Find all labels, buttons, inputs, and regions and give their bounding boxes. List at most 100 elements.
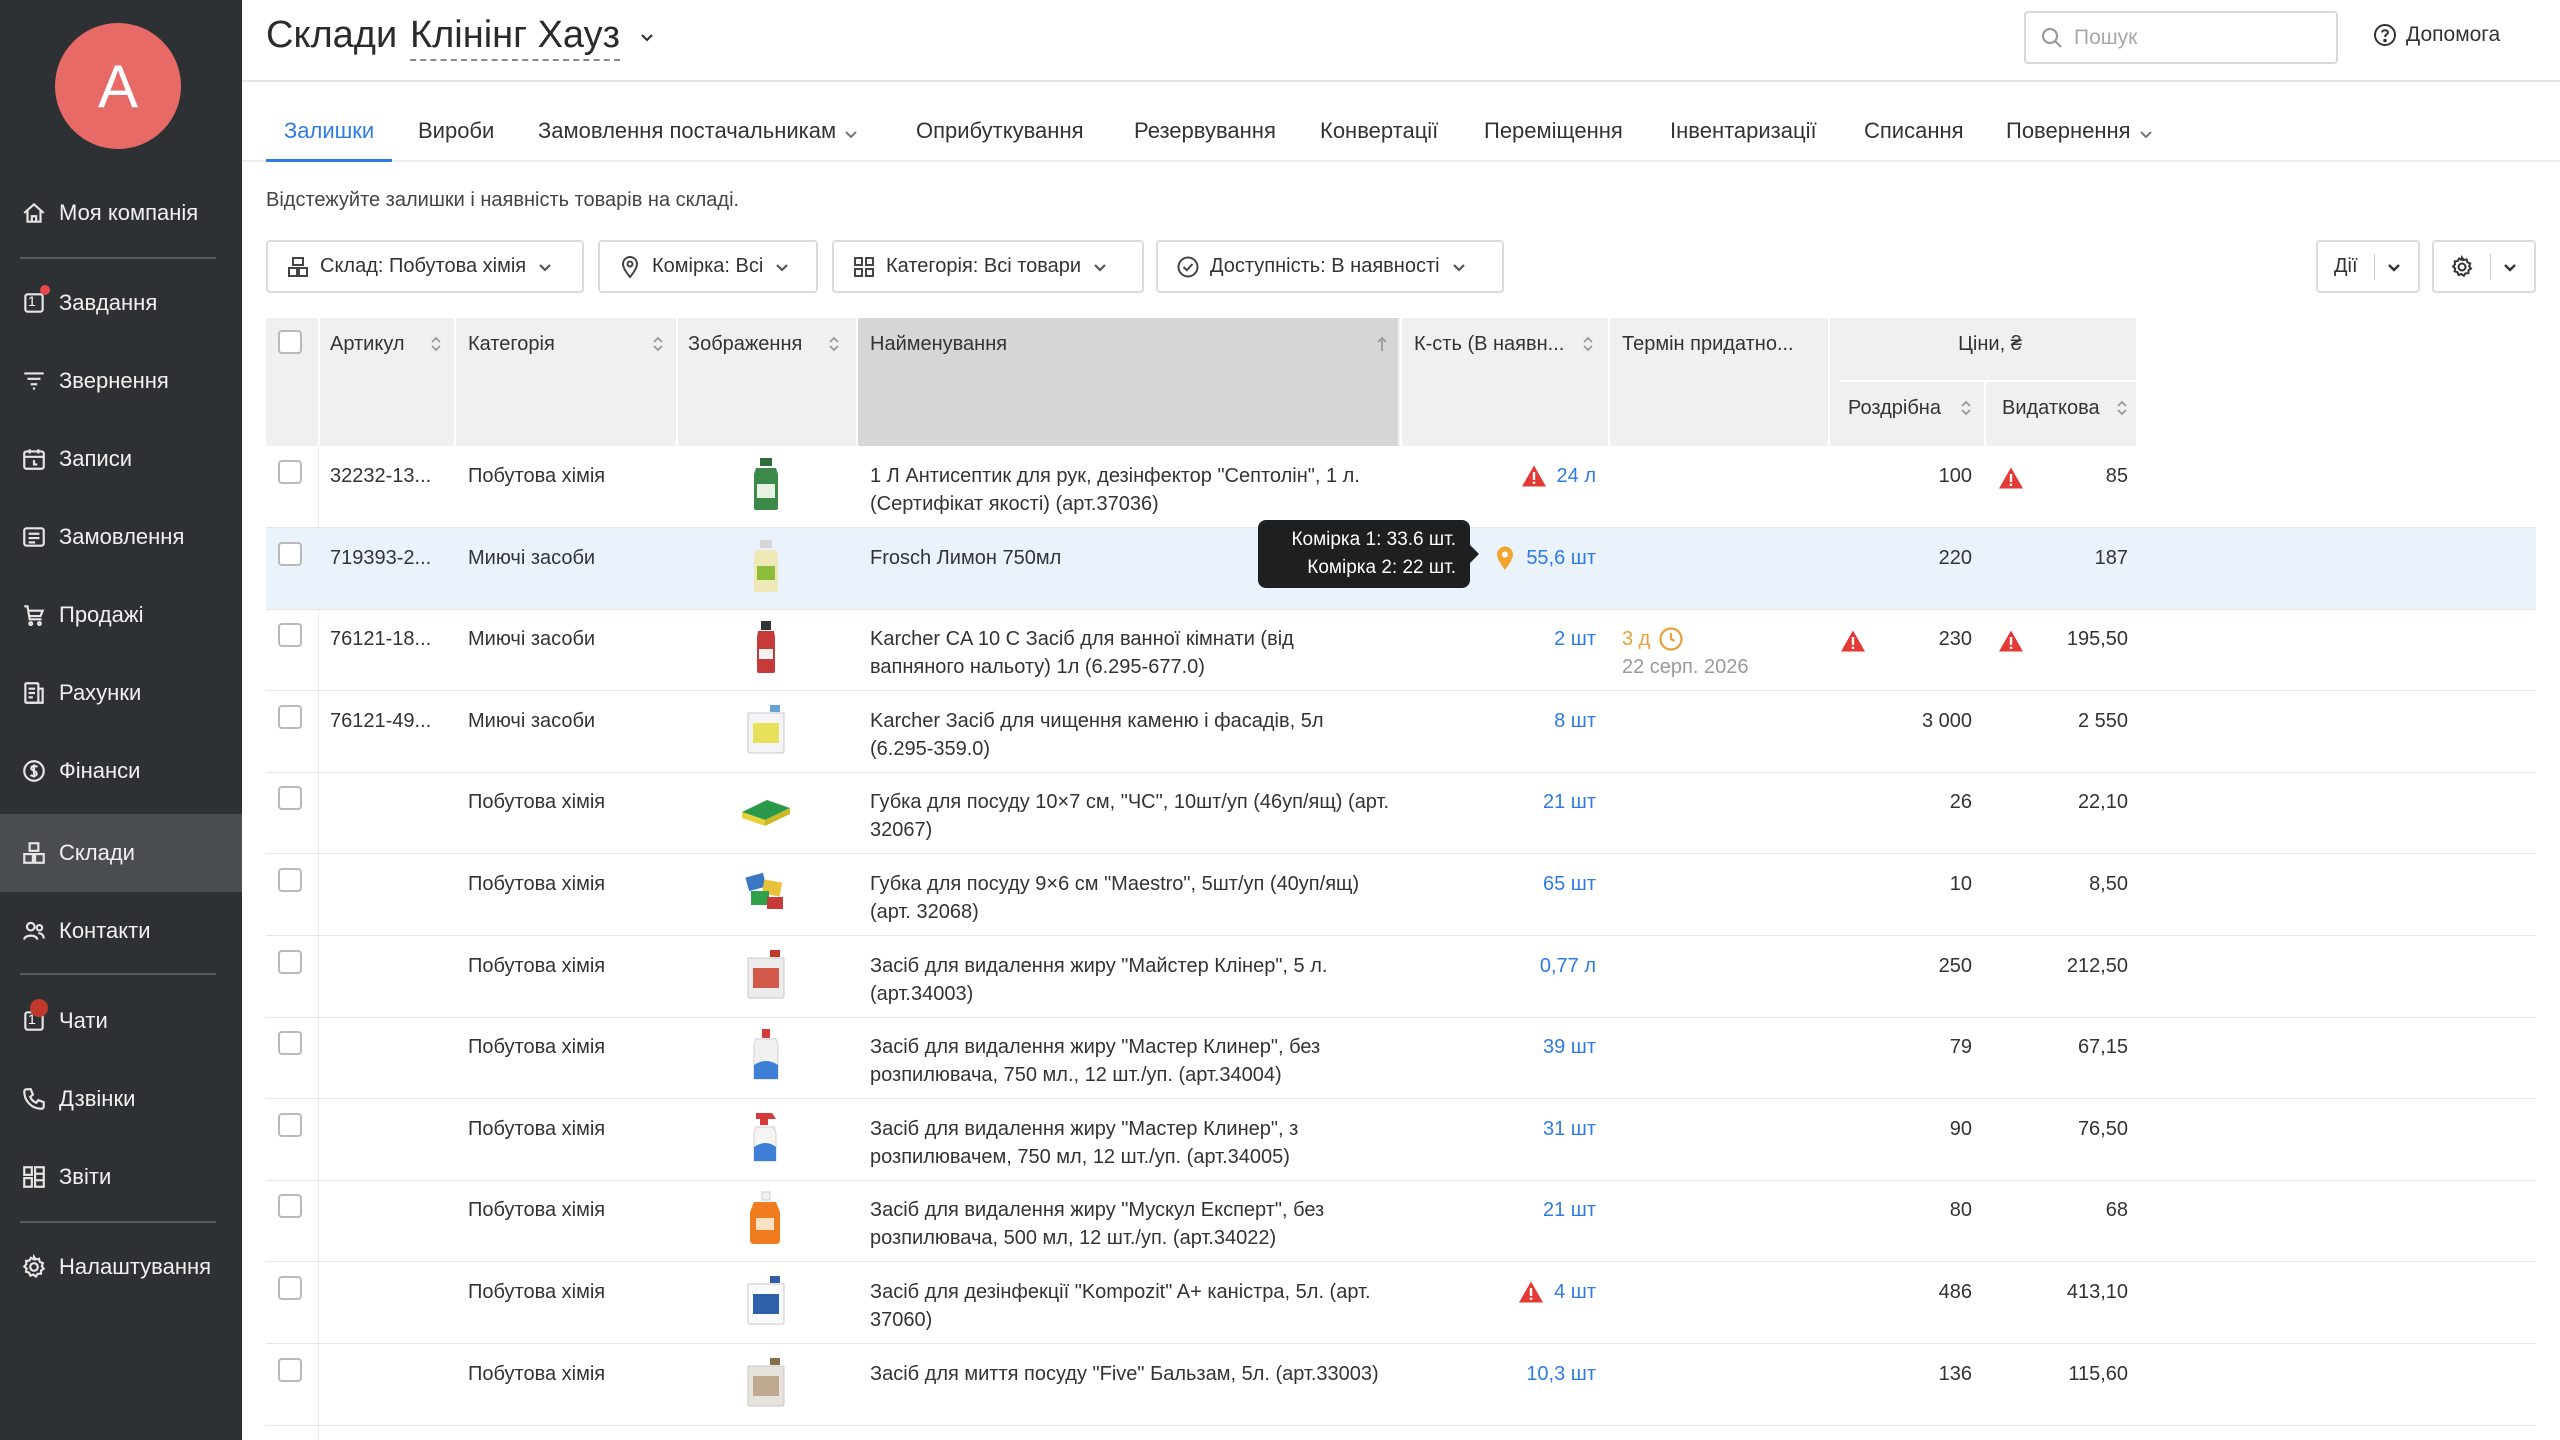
cell-name[interactable]: Засіб для видалення жиру "Мастер Клинер"… bbox=[870, 1115, 1390, 1171]
cell-name[interactable]: Засіб для видалення жиру "Мастер Клинер"… bbox=[870, 1033, 1390, 1089]
sidebar-item-warehouse[interactable]: Склади bbox=[0, 814, 242, 892]
tab-5[interactable]: Резервування bbox=[1134, 108, 1276, 162]
help-link[interactable]: Допомога bbox=[2372, 22, 2500, 48]
cell-name[interactable]: Karcher CA 10 C Засіб для ванної кімнати… bbox=[870, 625, 1390, 681]
row-checkbox[interactable] bbox=[278, 1358, 302, 1382]
sidebar-item-chat[interactable]: 1 Чати bbox=[0, 982, 242, 1060]
product-image[interactable] bbox=[738, 1025, 794, 1085]
cell-qty[interactable]: 21 шт bbox=[1420, 1196, 1596, 1224]
cell-name[interactable]: Засіб для дезінфекції "Kompozit" A+ кані… bbox=[870, 1278, 1390, 1334]
sidebar-item-gear[interactable]: Налаштування bbox=[0, 1228, 242, 1306]
product-image[interactable] bbox=[738, 1107, 794, 1167]
cell-qty[interactable]: 65 шт bbox=[1420, 870, 1596, 898]
row-checkbox[interactable] bbox=[278, 868, 302, 892]
cell-name[interactable]: Karcher Засіб для чищення каменю і фасад… bbox=[870, 707, 1390, 763]
availability-filter[interactable]: Доступність: В наявності bbox=[1156, 240, 1504, 293]
row-checkbox[interactable] bbox=[278, 1113, 302, 1137]
avatar[interactable]: A bbox=[55, 23, 181, 149]
cell-name[interactable]: Засіб для видалення жиру "Майстер Клінер… bbox=[870, 952, 1390, 1008]
column-header-sku[interactable]: Артикул bbox=[330, 330, 442, 358]
actions-dropdown[interactable] bbox=[2375, 242, 2413, 291]
select-all-checkbox[interactable] bbox=[278, 330, 302, 354]
actions-main[interactable]: Дії bbox=[2318, 242, 2374, 291]
tab-6[interactable]: Конвертації bbox=[1320, 108, 1438, 162]
product-image[interactable] bbox=[738, 536, 794, 596]
column-header-retail[interactable]: Роздрібна bbox=[1848, 394, 1972, 422]
column-header-name[interactable]: Найменування bbox=[870, 330, 1388, 358]
tab-4[interactable]: Оприбуткування bbox=[916, 108, 1084, 162]
table-row[interactable]: Побутова хімія Засіб для дезінфекції "Kom… bbox=[266, 1262, 2536, 1344]
row-checkbox[interactable] bbox=[278, 1031, 302, 1055]
product-image[interactable] bbox=[738, 1352, 794, 1412]
tab-10[interactable]: Повернення bbox=[2006, 108, 2153, 162]
cell-qty[interactable]: 39 шт bbox=[1420, 1033, 1596, 1061]
table-row[interactable]: 76121-49... Миючі засоби Karcher Засіб для… bbox=[266, 691, 2536, 773]
sidebar-item-coin[interactable]: Фінанси bbox=[0, 732, 242, 810]
row-checkbox[interactable] bbox=[278, 1194, 302, 1218]
cell-qty[interactable]: 21 шт bbox=[1420, 788, 1596, 816]
chevron-down-icon[interactable] bbox=[638, 28, 656, 46]
sidebar-item-home[interactable]: Моя компанія bbox=[0, 174, 242, 252]
row-checkbox[interactable] bbox=[278, 950, 302, 974]
cell-qty[interactable]: 4 шт bbox=[1420, 1278, 1596, 1306]
cell-name[interactable]: Губка для посуду 9×6 см "Maestro", 5шт/у… bbox=[870, 870, 1390, 926]
row-checkbox[interactable] bbox=[278, 705, 302, 729]
cell-filter[interactable]: Комірка: Всі bbox=[598, 240, 818, 293]
tab-2[interactable]: Вироби bbox=[418, 108, 494, 162]
sidebar-item-tasks[interactable]: 1 Завдання bbox=[0, 264, 242, 342]
settings-main[interactable] bbox=[2434, 242, 2490, 291]
row-checkbox[interactable] bbox=[278, 1276, 302, 1300]
product-image[interactable] bbox=[738, 454, 794, 514]
cell-name[interactable]: Засіб для видалення жиру "Мускул Експерт… bbox=[870, 1196, 1390, 1252]
search-box[interactable] bbox=[2024, 11, 2338, 64]
product-image[interactable] bbox=[738, 862, 794, 922]
row-checkbox[interactable] bbox=[278, 786, 302, 810]
cell-qty[interactable]: 2 шт bbox=[1420, 625, 1596, 653]
sidebar-item-phone[interactable]: Дзвінки bbox=[0, 1060, 242, 1138]
search-input[interactable] bbox=[2074, 25, 2314, 50]
tab-9[interactable]: Списання bbox=[1864, 108, 1964, 162]
tab-3[interactable]: Замовлення постачальникам bbox=[538, 108, 858, 162]
column-header-expense[interactable]: Видаткова bbox=[2002, 394, 2128, 422]
row-checkbox[interactable] bbox=[278, 542, 302, 566]
table-row[interactable]: 32232-13... Побутова хімія 1 Л Антисептик … bbox=[266, 446, 2536, 528]
column-header-category[interactable]: Категорія bbox=[468, 330, 664, 358]
sidebar-item-cart[interactable]: Продажі bbox=[0, 576, 242, 654]
table-row[interactable]: Побутова хімія Засіб для видалення жиру "… bbox=[266, 1017, 2536, 1099]
tab-8[interactable]: Інвентаризації bbox=[1670, 108, 1817, 162]
settings-dropdown[interactable] bbox=[2491, 242, 2529, 291]
cell-qty[interactable]: 31 шт bbox=[1420, 1115, 1596, 1143]
column-header-image[interactable]: Зображення bbox=[688, 330, 840, 358]
cell-qty[interactable]: 24 л bbox=[1420, 462, 1596, 490]
product-image[interactable] bbox=[738, 617, 794, 677]
tab-1[interactable]: Залишки bbox=[266, 108, 393, 162]
product-image[interactable] bbox=[738, 699, 794, 759]
table-row[interactable]: Побутова хімія Засіб для миття посуду "Fi… bbox=[266, 1344, 2536, 1426]
cell-name[interactable]: Засіб для миття посуду "Five" Бальзам, 5… bbox=[870, 1360, 1390, 1388]
table-row[interactable]: Побутова хімія Засіб для видалення жиру "… bbox=[266, 936, 2536, 1018]
settings-button[interactable] bbox=[2432, 240, 2536, 293]
cell-qty[interactable]: 8 шт bbox=[1420, 707, 1596, 735]
row-checkbox[interactable] bbox=[278, 460, 302, 484]
column-header-qty[interactable]: К-сть (В наявн... bbox=[1414, 330, 1594, 358]
sidebar-item-contacts[interactable]: Контакти bbox=[0, 892, 242, 970]
sidebar-item-orders[interactable]: Замовлення bbox=[0, 498, 242, 576]
table-row[interactable]: Побутова хімія Губка для посуду 10×7 см, … bbox=[266, 772, 2536, 854]
row-checkbox[interactable] bbox=[278, 623, 302, 647]
table-row[interactable]: Побутова хімія Засіб для видалення жиру "… bbox=[266, 1180, 2536, 1262]
category-filter[interactable]: Категорія: Всі товари bbox=[832, 240, 1144, 293]
company-selector[interactable]: Клінінг Хауз bbox=[410, 14, 621, 61]
table-row[interactable]: Побутова хімія Засіб для видалення жиру "… bbox=[266, 1099, 2536, 1181]
product-image[interactable] bbox=[738, 1188, 794, 1248]
tab-7[interactable]: Переміщення bbox=[1484, 108, 1623, 162]
sidebar-item-reports[interactable]: Звіти bbox=[0, 1138, 242, 1216]
actions-button[interactable]: Дії bbox=[2316, 240, 2420, 293]
table-row[interactable]: 76121-18... Миючі засоби Karcher CA 10 C З… bbox=[266, 609, 2536, 691]
sidebar-item-calendar[interactable]: Записи bbox=[0, 420, 242, 498]
product-image[interactable] bbox=[738, 780, 794, 840]
cell-qty[interactable]: 0,77 л bbox=[1420, 952, 1596, 980]
warehouse-filter[interactable]: Склад: Побутова хімія bbox=[266, 240, 584, 293]
sidebar-item-funnel[interactable]: Звернення bbox=[0, 342, 242, 420]
cell-name[interactable]: Губка для посуду 10×7 см, "ЧС", 10шт/уп … bbox=[870, 788, 1390, 844]
cell-qty[interactable]: 10,3 шт bbox=[1420, 1360, 1596, 1388]
